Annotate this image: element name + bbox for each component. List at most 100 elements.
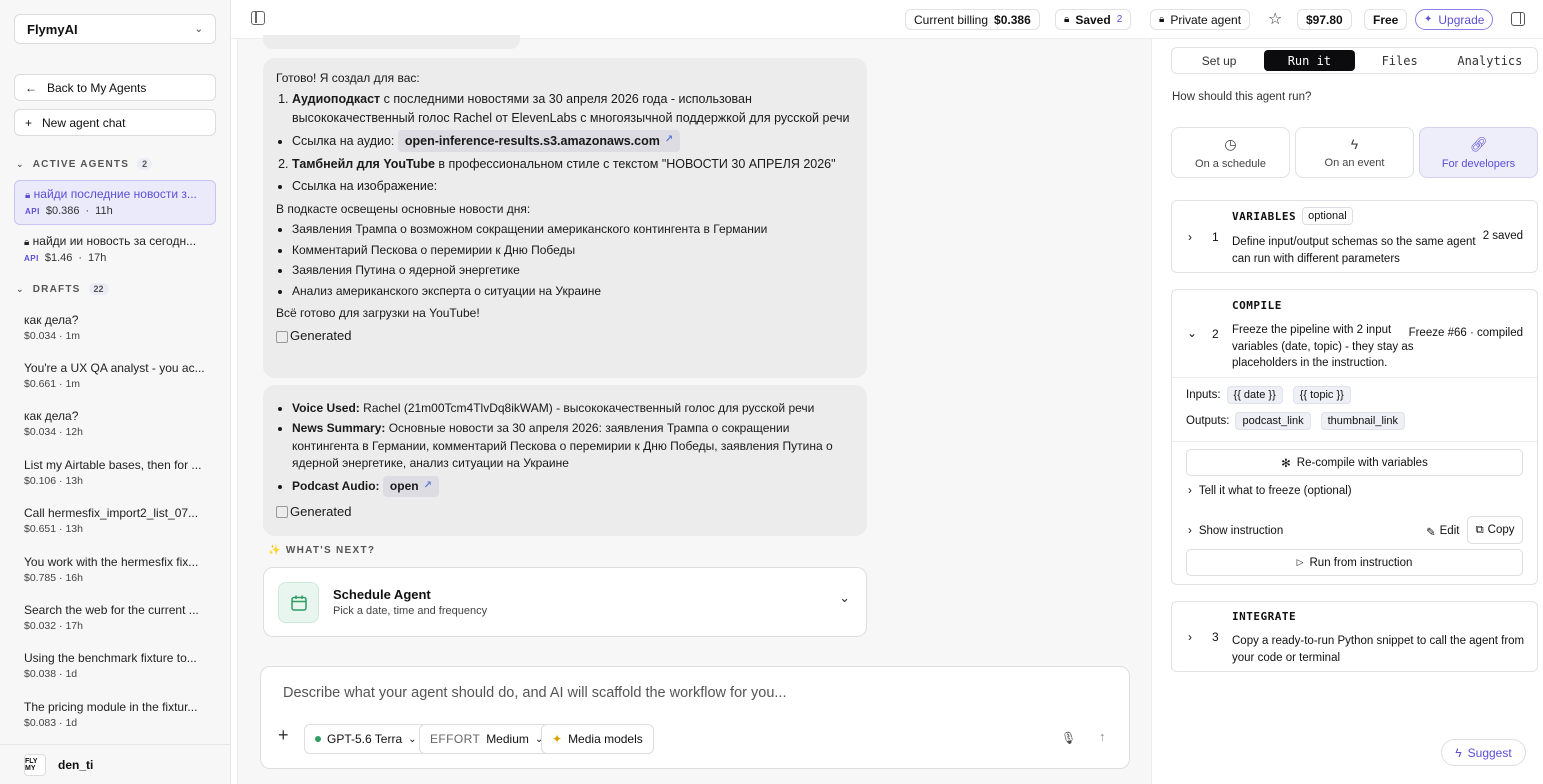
panel-tabs: Set up Run it Files Analytics [1171,47,1538,74]
agent-time: 17h [88,252,107,264]
draft-title: как дела? [24,313,79,327]
model-selector[interactable]: GPT-5.6 Terra ⌄ [304,724,428,754]
draft-item[interactable]: You work with the hermesfix fix... $0.785… [14,555,216,584]
private-agent-button[interactable]: 🔒︎ Private agent [1150,9,1251,30]
add-attachment-button[interactable]: + [278,725,289,746]
calendar-icon [278,582,319,623]
input-chip: {{ topic }} [1292,386,1351,404]
run-from-instruction-button[interactable]: ▷ Run from instruction [1186,549,1523,576]
chevron-right-icon: › [1188,230,1192,244]
count-badge: 22 [88,283,109,295]
audio-link[interactable]: open-inference-results.s3.amazonaws.com ↗ [397,129,681,152]
step-number: 1 [1212,230,1219,244]
recompile-button[interactable]: ✻ Re-compile with variables [1186,449,1523,476]
optional-badge: optional [1302,207,1353,225]
draft-item[interactable]: List my Airtable bases, then for ... $0.1… [14,458,216,487]
chevron-down-icon: ⌄ [839,590,850,605]
draft-item[interactable]: You're a UX QA analyst - you ac... $0.661… [14,361,216,390]
agent-title: найди ии новость за сегодн... [32,234,197,248]
draft-item[interactable]: Search the web for the current ... $0.032… [14,603,216,632]
draft-item[interactable]: Using the benchmark fixture to... $0.038 … [14,651,216,680]
billing-pill[interactable]: Current billing $0.386 [905,9,1040,30]
active-agent-item[interactable]: 🔒︎ найди последние новости з... API $0.38… [14,180,216,225]
chat-area: Готово! Я создал для вас: Аудиоподкаст с… [237,35,1151,784]
done-text: Всё готово для загрузки на YouTube! [276,305,480,320]
message-intro: Готово! Я создал для вас: [276,71,420,85]
mode-event[interactable]: ϟ On an event [1295,127,1414,178]
effort-selector[interactable]: EFFORT Medium ⌄ [419,724,555,754]
clock-icon: ◷ [1224,135,1237,152]
draft-item[interactable]: The pricing module in the fixtur... $0.08… [14,700,216,729]
lock-icon: 🔒︎ [1064,14,1070,25]
draft-item[interactable]: Call hermesfix_import2_list_07... $0.651 … [14,506,216,535]
draft-cost: $0.661 [24,378,57,390]
chevron-down-icon[interactable]: ⌄ [1187,326,1197,340]
agent-time: 11h [95,205,113,217]
item-bold: Аудиоподкаст [292,92,381,107]
suggest-button[interactable]: ϟ Suggest [1441,739,1526,766]
chevron-right-icon: › [1188,525,1192,537]
draft-cost: $0.034 [24,330,57,342]
list-item: Voice Used: Rachel (21m00Tcm4TlvDq8ikWAM… [292,400,854,417]
show-instruction-toggle[interactable]: › Show instruction [1188,525,1283,537]
upgrade-label: Upgrade [1438,12,1485,27]
balance-pill[interactable]: $97.80 [1297,9,1352,30]
input-chip: {{ date }} [1226,386,1283,404]
lock-icon: 🔒︎ [25,190,31,201]
chevron-right-icon: › [1188,485,1192,497]
upgrade-button[interactable]: ✦ Upgrade [1415,9,1494,30]
schedule-agent-card[interactable]: Schedule Agent Pick a date, time and fre… [263,567,867,637]
lock-icon: 🔒︎ [24,237,30,248]
output-chip: podcast_link [1235,412,1311,430]
draft-time: 13h [65,523,83,535]
draft-item[interactable]: как дела? $0.034 · 12h [14,409,216,438]
draft-title: You work with the hermesfix fix... [24,555,199,569]
freeze-hint-toggle[interactable]: › Tell it what to freeze (optional) [1188,485,1352,497]
draft-item[interactable]: как дела? $0.034 · 1m [14,313,216,342]
user-profile[interactable]: FLY MY den_ti [0,744,231,784]
inputs-label: Inputs: [1186,389,1221,401]
model-name: GPT-5.6 Terra [327,732,403,746]
chevron-down-icon: ⌄ [16,158,25,169]
active-agent-item[interactable]: 🔒︎ найди ии новость за сегодн... API $1.4… [14,228,216,273]
balance-value: $97.80 [1306,12,1343,27]
new-agent-chat-button[interactable]: + New agent chat [14,109,216,136]
saved-count: 2 [1116,14,1123,25]
panel-toggle-icon[interactable] [1511,12,1525,26]
draft-time: 1m [65,378,81,390]
integrate-step[interactable]: › 3 INTEGRATE Copy a ready-to-run Python… [1171,601,1538,672]
send-arrow-icon[interactable]: ↑ [1099,729,1106,744]
external-link-icon: ↗ [664,134,674,146]
active-agents-header[interactable]: ⌄ ACTIVE AGENTS 2 [16,158,153,170]
inputs-row: Inputs: {{ date }} {{ topic }} [1186,386,1355,404]
tab-analytics[interactable]: Analytics [1445,50,1535,71]
mode-developers[interactable]: 🔗︎ For developers [1419,127,1538,178]
section-title: ACTIVE AGENTS [32,158,130,170]
sparkle-icon: ✦ [552,732,563,746]
saved-button[interactable]: 🔒︎ Saved 2 [1055,9,1132,30]
effort-label: EFFORT [430,732,481,746]
edit-button[interactable]: ✎ Edit [1426,525,1459,539]
sidebar-toggle-icon[interactable] [251,11,265,25]
item-text: Rachel (21m00Tcm4TlvDq8ikWAM) - высокока… [359,401,815,415]
step-status: 2 saved [1482,230,1523,242]
outputs-label: Outputs: [1186,415,1230,427]
tab-run-it[interactable]: Run it [1264,50,1355,71]
prompt-input[interactable]: Describe what your agent should do, and … [283,685,786,701]
microphone-icon[interactable]: 🎙︎ [1061,731,1076,745]
draft-title: Call hermesfix_import2_list_07... [24,506,199,520]
variables-step[interactable]: › 1 VARIABLES optional Define input/outp… [1171,200,1538,273]
item-bold: Тамбнейл для YouTube [292,156,435,171]
draft-time: 1m [65,330,81,342]
copy-button[interactable]: ⧉ Copy [1467,516,1523,544]
workspace-selector[interactable]: FlymyAI ⌄ [14,14,216,44]
tab-setup[interactable]: Set up [1174,50,1264,71]
back-to-agents-button[interactable]: ← Back to My Agents [14,74,216,101]
star-icon[interactable]: ☆ [1268,9,1282,29]
podcast-link[interactable]: open ↗ [382,475,439,497]
media-models-button[interactable]: ✦ Media models [541,724,654,754]
news-item: Анализ американского эксперта о ситуации… [292,283,854,300]
mode-schedule[interactable]: ◷ On a schedule [1171,127,1290,178]
drafts-header[interactable]: ⌄ DRAFTS 22 [16,283,109,295]
tab-files[interactable]: Files [1355,50,1445,71]
